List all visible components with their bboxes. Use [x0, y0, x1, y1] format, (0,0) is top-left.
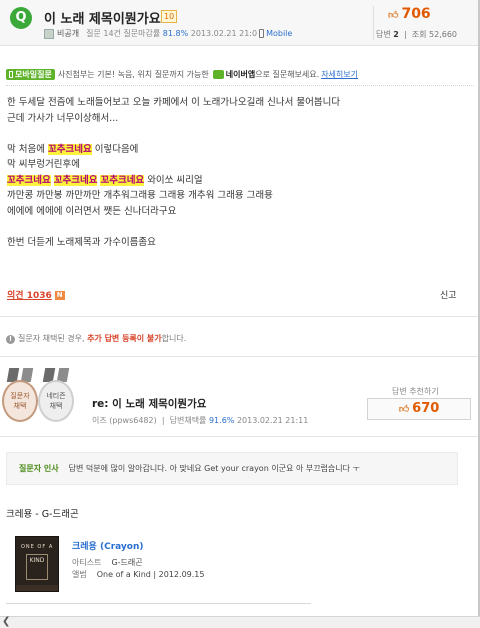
album-cover-text: ONE OF A	[21, 544, 54, 550]
divider	[6, 603, 311, 604]
scroll-left-icon[interactable]: ❮	[2, 616, 10, 627]
highlighted-text: 꼬추크네요	[100, 174, 145, 186]
body-line: 한 두세달 전즘에 노래들어보고 오늘 카페에서 이 노래가나오길래 신나서 물…	[7, 97, 341, 108]
thumbs-up-icon: 👍︎	[388, 10, 399, 21]
body-line: 에에에 에에에 이러면서 쨋든 신나더라구요	[7, 205, 177, 217]
opinion-count: 1036	[26, 291, 52, 301]
mobile-label: Mobile	[266, 29, 293, 38]
body-line: 까만콩 까만봉 까만까만 개추워그래용 그래용 개추워 그래용 그래용	[7, 190, 273, 201]
thanks-text: 답변 덕분에 많이 알아갑니다. 아 맞네요 Get your crayon 이…	[68, 464, 360, 473]
body-line: 막 처음에 꼬추크네요 이렇다음에	[7, 143, 139, 155]
question-author[interactable]: 비공개	[57, 29, 79, 38]
thanks-label: 질문자 인사	[19, 464, 59, 473]
report-button[interactable]: 신고	[440, 288, 457, 301]
answer-recommend-label: 답변 추천하기	[392, 387, 439, 396]
answer-recommend-count: 670	[412, 401, 440, 416]
question-header: Q 이 노래 제목이뭔가요 10 비공개 질문 14건 질문마감률 81.8% 2…	[0, 0, 478, 46]
body-line: 막 씨부렁거린후에	[7, 159, 80, 170]
answer-song-heading: 크레용 - G-드래곤	[6, 509, 79, 520]
question-icon: Q	[10, 7, 32, 29]
question-recommend[interactable]: 👍︎ 706	[388, 6, 431, 22]
views-label: 조회	[411, 30, 427, 39]
mobile-question-tag: 모바일질문	[6, 69, 55, 80]
answer-medals: 질문자 채택 네티즌 채택	[2, 368, 82, 428]
divider	[0, 356, 478, 357]
question-date: 2013.02.21 21:0	[190, 29, 258, 38]
question-meta: 비공개 질문 14건 질문마감률 81.8% 2013.02.21 21:0 Mob…	[44, 28, 292, 39]
answer-author[interactable]: 이즈 (ppws6482)	[92, 416, 157, 425]
more-link[interactable]: 자세히보기	[321, 70, 358, 79]
answer-date: 2013.02.21 21:11	[236, 416, 309, 425]
album-name[interactable]: One of a Kind | 2012.09.15	[97, 570, 205, 579]
highlighted-text: 꼬추크네요	[48, 143, 92, 155]
recommend-count: 706	[401, 6, 431, 22]
divider	[373, 6, 374, 40]
question-title: 이 노래 제목이뭔가요	[44, 12, 161, 27]
divider	[0, 436, 478, 437]
views-count: 52,660	[429, 30, 458, 39]
asker-selected-medal: 질문자 채택	[2, 380, 38, 422]
mobile-promo-bar: 모바일질문 사진첨부는 기본! 녹음, 위치 질문까지 가능한 네이버앱으로 질문해…	[6, 69, 358, 81]
asker-thanks-box: 질문자 인사 답변 덕분에 많이 알아갑니다. 아 맞네요 Get your cr…	[6, 452, 458, 485]
answer-rate: 91.6%	[208, 416, 235, 425]
divider	[0, 316, 478, 317]
info-icon: !	[6, 335, 15, 344]
artist-row: 아티스트 G-드래곤	[72, 558, 143, 567]
thumbs-up-icon: 👍︎	[398, 404, 410, 415]
body-line: 근데 가사가 너무이상해서...	[7, 112, 119, 124]
avatar	[44, 28, 54, 39]
mobile-promo-text: 사진첨부는 기본! 녹음, 위치 질문까지 가능한	[57, 70, 209, 79]
opinion-link[interactable]: 의견 1036 N	[7, 288, 65, 301]
body-line: 꼬추크네요 꼬추크네요 꼬추크네요 와이쏘 씨리얼	[7, 174, 203, 186]
divider	[6, 85, 474, 86]
body-line: 한번 더듣게 노래제목과 가수이름좀요	[7, 236, 156, 248]
album-cover-emblem: KIND	[26, 554, 48, 580]
question-body: 한 두세달 전즘에 노래들어보고 오늘 카페에서 이 노래가나오길래 신나서 물…	[7, 95, 469, 250]
naver-app-name: 네이버앱	[225, 70, 256, 79]
song-title-link[interactable]: 크레용 (Crayon)	[72, 539, 144, 552]
question-counts: 답변 2 | 조회 52,660	[376, 30, 458, 39]
notice-highlight: 추가 답변 등록이 불가	[87, 334, 162, 343]
mobile-icon	[259, 29, 265, 38]
notice: ! 질문자 채택된 경우, 추가 답변 등록이 불가합니다.	[6, 333, 186, 344]
horizontal-scrollbar[interactable]: ❮	[0, 616, 480, 628]
answers-count: 2	[393, 30, 399, 39]
highlighted-text: 꼬추크네요	[7, 174, 51, 186]
answer-meta: 이즈 (ppws6482) | 답변채택률 91.6% 2013.02.21 2…	[92, 416, 309, 425]
mobile-promo-suffix: 으로 질문해보세요.	[255, 70, 320, 79]
album-row: 앨범 One of a Kind | 2012.09.15	[72, 570, 205, 579]
artist-name[interactable]: G-드래곤	[111, 558, 142, 567]
phone-icon	[9, 71, 13, 78]
netizen-selected-medal: 네티즌 채택	[38, 380, 74, 422]
close-rate: 81.8%	[162, 29, 189, 38]
album-cover[interactable]: ONE OF A KIND	[15, 536, 59, 592]
answer-title: re: 이 노래 제목이뭔가요	[92, 398, 207, 410]
question-stats-text: 질문 14건 질문마감률	[86, 29, 161, 38]
naver-app-icon	[212, 70, 224, 79]
highlighted-text: 꼬추크네요	[53, 174, 98, 186]
answers-label: 답변	[376, 30, 391, 39]
new-badge: N	[54, 291, 65, 300]
level-badge: 10	[161, 10, 178, 23]
answer-recommend-button[interactable]: 👍︎ 670	[367, 398, 471, 420]
